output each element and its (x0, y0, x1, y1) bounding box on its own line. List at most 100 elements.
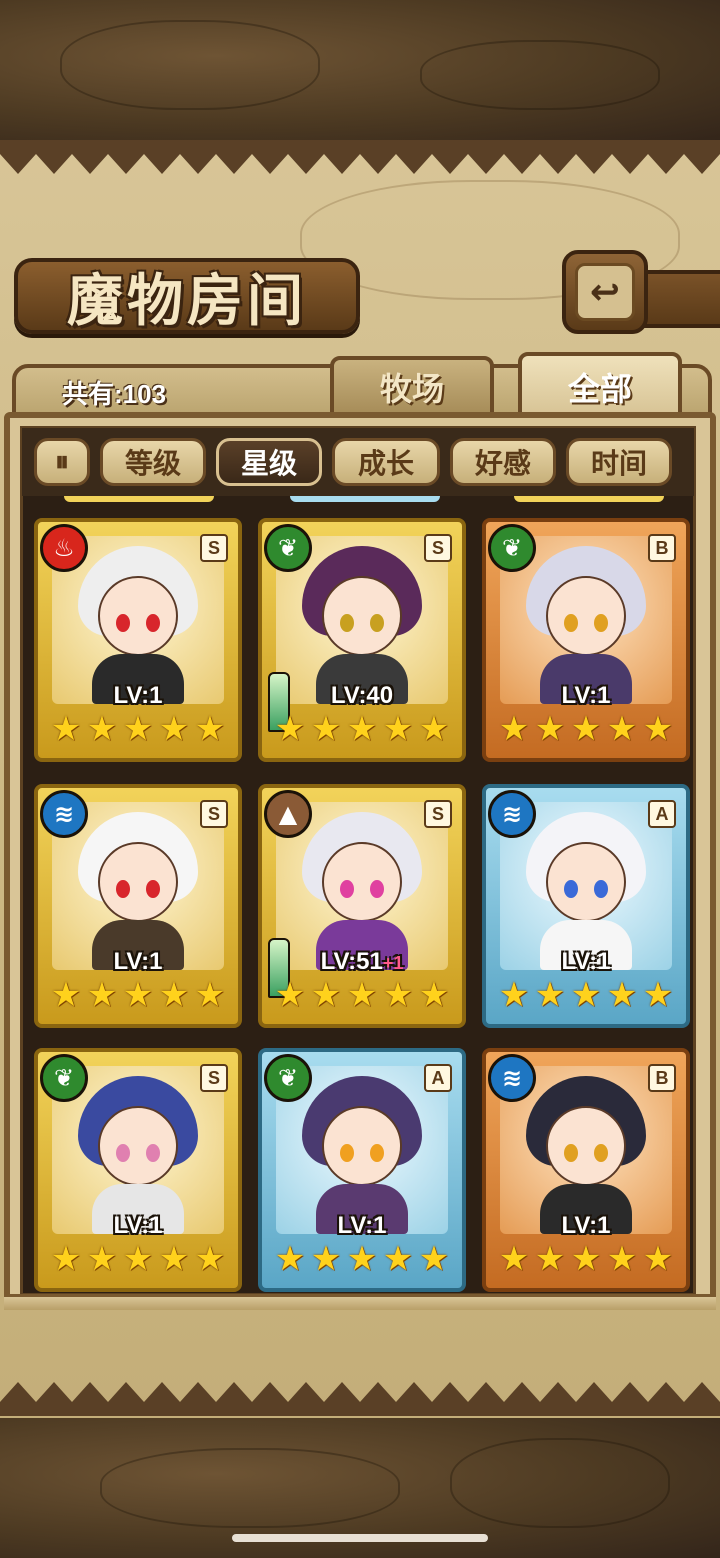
star-icon: ★ (642, 709, 674, 749)
card-partial-edge (290, 496, 440, 502)
level-value: LV:1 (561, 948, 611, 975)
star-icon: ★ (570, 975, 602, 1015)
map-background-top (0, 0, 720, 140)
star-rating: ★ ★ ★ ★ ★ (496, 1242, 676, 1282)
home-indicator[interactable] (232, 1534, 488, 1542)
star-icon: ★ (158, 975, 190, 1015)
level-label: LV:1 (262, 1212, 462, 1240)
star-icon: ★ (382, 709, 414, 749)
star-icon: ★ (274, 975, 306, 1015)
star-icon: ★ (498, 1239, 530, 1279)
sort-affection-button[interactable]: 好感 (450, 438, 556, 486)
back-button[interactable]: ↩ (562, 250, 648, 334)
level-value: LV:1 (561, 1212, 611, 1239)
leaf-icon: ❦ (40, 1054, 88, 1102)
rank-badge: B (648, 1064, 676, 1092)
leaf-icon: ❦ (264, 524, 312, 572)
return-arrow-icon: ↩ (575, 263, 635, 321)
star-icon: ★ (50, 975, 82, 1015)
star-icon: ★ (418, 975, 450, 1015)
monster-card[interactable]: ❦ B LV:1 ★ ★ ★ ★ ★ (482, 518, 690, 762)
star-icon: ★ (158, 709, 190, 749)
title-banner: 魔物房间 (14, 258, 360, 334)
rank-badge: S (424, 534, 452, 562)
star-icon: ★ (194, 1239, 226, 1279)
level-label: LV:1 (38, 948, 238, 976)
level-label: LV:1 (486, 1212, 686, 1240)
water-icon: ≋ (488, 1054, 536, 1102)
star-icon: ★ (642, 975, 674, 1015)
rank-badge: S (200, 1064, 228, 1092)
star-icon: ★ (122, 1239, 154, 1279)
level-value: LV:40 (330, 682, 394, 709)
star-rating: ★ ★ ★ ★ ★ (48, 1242, 228, 1282)
pause-icon[interactable]: ⏸ (34, 438, 90, 486)
star-rating: ★ ★ ★ ★ ★ (48, 978, 228, 1018)
star-icon: ★ (50, 709, 82, 749)
star-icon: ★ (570, 709, 602, 749)
rank-badge: B (648, 534, 676, 562)
star-icon: ★ (86, 709, 118, 749)
level-bonus: +1 (382, 953, 404, 973)
monster-card[interactable]: ≋ B LV:1 ★ ★ ★ ★ ★ (482, 1048, 690, 1292)
star-icon: ★ (606, 1239, 638, 1279)
level-label: LV:1 (38, 1212, 238, 1240)
monster-card[interactable]: ▲ S LV:51+1 ★ ★ ★ ★ ★ (258, 784, 466, 1028)
leaf-icon: ❦ (488, 524, 536, 572)
star-icon: ★ (310, 709, 342, 749)
leaf-icon: ❦ (264, 1054, 312, 1102)
monster-card[interactable]: ≋ S LV:1 ★ ★ ★ ★ ★ (34, 784, 242, 1028)
monster-card[interactable]: ❦ A LV:1 ★ ★ ★ ★ ★ (258, 1048, 466, 1292)
star-icon: ★ (346, 709, 378, 749)
monster-count: 共有:103 (62, 379, 167, 409)
level-value: LV:51 (320, 948, 383, 975)
level-value: LV:1 (113, 682, 163, 709)
tab-ranch[interactable]: 牧场 (330, 356, 494, 418)
monster-card[interactable]: ≋ A LV:1 ★ ★ ★ ★ ★ (482, 784, 690, 1028)
star-icon: ★ (194, 709, 226, 749)
back-button-rail (640, 270, 720, 328)
level-label: LV:1 (486, 682, 686, 710)
rank-badge: S (200, 800, 228, 828)
sort-star-button[interactable]: 星级 (216, 438, 322, 486)
star-icon: ★ (158, 1239, 190, 1279)
star-icon: ★ (346, 975, 378, 1015)
card-partial-edge (64, 496, 214, 502)
star-icon: ★ (418, 709, 450, 749)
sort-level-button[interactable]: 等级 (100, 438, 206, 486)
monster-card[interactable]: ❦ S LV:1 ★ ★ ★ ★ ★ (34, 1048, 242, 1292)
water-icon: ≋ (40, 790, 88, 838)
rank-badge: A (648, 800, 676, 828)
star-icon: ★ (498, 975, 530, 1015)
mountain-icon: ▲ (264, 790, 312, 838)
level-label: LV:1 (38, 682, 238, 710)
card-partial-edge (514, 496, 664, 502)
star-icon: ★ (50, 1239, 82, 1279)
page-title: 魔物房间 (67, 267, 307, 334)
level-label: LV:51+1 (262, 948, 462, 976)
star-icon: ★ (534, 709, 566, 749)
star-icon: ★ (122, 709, 154, 749)
level-value: LV:1 (113, 948, 163, 975)
star-rating: ★ ★ ★ ★ ★ (48, 712, 228, 752)
star-rating: ★ ★ ★ ★ ★ (272, 978, 452, 1018)
sort-time-button[interactable]: 时间 (566, 438, 672, 486)
sort-growth-button[interactable]: 成长 (332, 438, 440, 486)
fire-icon: ♨ (40, 524, 88, 572)
star-icon: ★ (606, 709, 638, 749)
star-icon: ★ (86, 1239, 118, 1279)
level-value: LV:1 (561, 682, 611, 709)
water-icon: ≋ (488, 790, 536, 838)
zigzag-border-top (0, 140, 720, 174)
zigzag-border-bottom (0, 1382, 720, 1416)
star-icon: ★ (418, 1239, 450, 1279)
star-icon: ★ (86, 975, 118, 1015)
monster-card[interactable]: ♨ S LV:1 ★ ★ ★ ★ ★ (34, 518, 242, 762)
monster-card[interactable]: ❦ S LV:40 ★ ★ ★ ★ ★ (258, 518, 466, 762)
star-icon: ★ (642, 1239, 674, 1279)
level-value: LV:1 (337, 1212, 387, 1239)
level-label: LV:1 (486, 948, 686, 976)
star-icon: ★ (274, 1239, 306, 1279)
star-icon: ★ (274, 709, 306, 749)
star-icon: ★ (382, 1239, 414, 1279)
